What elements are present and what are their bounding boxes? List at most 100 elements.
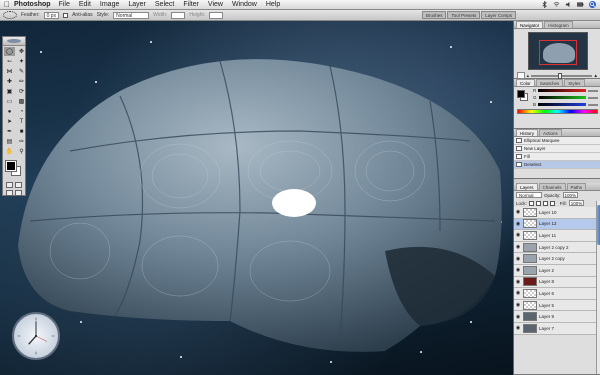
magic-wand-tool-icon[interactable]: ✦ <box>16 57 27 66</box>
eyedropper-tool-icon[interactable]: ✑ <box>16 137 27 146</box>
zoom-in-icon[interactable]: ▲ <box>594 73 598 78</box>
layer-row[interactable]: ◉ Layer 10 <box>514 207 600 219</box>
standard-mode-button[interactable] <box>6 182 13 188</box>
tab-channels[interactable]: Channels <box>538 183 566 190</box>
tab-paths[interactable]: Paths <box>566 183 587 190</box>
eye-icon[interactable]: ◉ <box>515 232 521 238</box>
feather-input[interactable]: 0 px <box>43 11 60 19</box>
volume-icon[interactable] <box>565 1 572 8</box>
lock-position-toggle[interactable] <box>542 200 548 206</box>
layer-row[interactable]: ◉ Layer 2 copy 2 <box>514 241 600 254</box>
layer-row[interactable]: ◉ Layer 5 <box>514 299 600 312</box>
lock-transparency-toggle[interactable] <box>528 200 534 206</box>
menu-filter[interactable]: Filter <box>183 1 199 8</box>
zoom-slider[interactable] <box>531 72 592 79</box>
blue-slider[interactable] <box>538 103 586 106</box>
eye-icon[interactable]: ◉ <box>515 244 521 250</box>
height-input[interactable] <box>209 11 224 19</box>
notes-tool-icon[interactable]: ▤ <box>4 137 15 146</box>
tab-color[interactable]: Color <box>516 79 535 86</box>
width-input[interactable] <box>171 11 186 19</box>
screen-mode-standard-button[interactable] <box>6 190 13 196</box>
eye-icon[interactable]: ◉ <box>515 267 521 273</box>
eye-icon[interactable]: ◉ <box>515 290 521 296</box>
green-value-input[interactable] <box>588 96 598 99</box>
eye-icon[interactable]: ◉ <box>515 279 521 285</box>
menu-window[interactable]: Window <box>232 1 257 8</box>
screen-mode-full-button[interactable] <box>15 190 22 196</box>
menu-image[interactable]: Image <box>100 1 119 8</box>
pen-tool-icon[interactable]: ✒ <box>4 127 15 136</box>
layer-row-selected[interactable]: ◉ Layer 12 <box>514 218 600 231</box>
layer-row[interactable]: ◉ Layer 8 <box>514 276 600 289</box>
apple-menu-icon[interactable]:  <box>0 0 14 9</box>
history-step-current[interactable]: Deselect <box>514 161 600 169</box>
wifi-icon[interactable] <box>553 1 560 8</box>
color-spectrum-bar[interactable] <box>517 109 598 114</box>
crop-tool-icon[interactable]: ⋈ <box>4 67 15 76</box>
history-brush-icon[interactable]: ⟳ <box>16 87 27 96</box>
battery-icon[interactable] <box>577 1 584 8</box>
well-tab-layer-comps[interactable]: Layer Comps <box>481 11 516 19</box>
lock-image-toggle[interactable] <box>535 200 541 206</box>
app-menu[interactable]: Photoshop <box>14 1 51 8</box>
document-canvas[interactable] <box>0 21 513 375</box>
shape-tool-icon[interactable]: ■ <box>16 127 27 136</box>
spotlight-search-icon[interactable] <box>589 1 596 8</box>
tab-styles[interactable]: Styles <box>564 79 585 86</box>
zoom-slider-knob[interactable] <box>558 72 563 79</box>
menu-select[interactable]: Select <box>155 1 174 8</box>
layer-row[interactable]: ◉ Layer 2 <box>514 264 600 277</box>
color-fg-bg-swatches[interactable] <box>517 90 529 102</box>
opacity-input[interactable]: 100% <box>562 192 579 198</box>
gradient-tool-icon[interactable]: ▩ <box>16 97 27 106</box>
lock-all-toggle[interactable] <box>549 200 555 206</box>
bluetooth-icon[interactable] <box>541 1 548 8</box>
well-tab-brushes[interactable]: Brushes <box>421 11 447 19</box>
antialias-checkbox[interactable] <box>63 12 69 18</box>
quick-mask-button[interactable] <box>15 182 22 188</box>
healing-brush-icon[interactable]: ✚ <box>4 77 15 86</box>
eye-icon[interactable]: ◉ <box>515 302 521 308</box>
brush-tool-icon[interactable]: ✏ <box>16 77 27 86</box>
history-step[interactable]: Fill <box>514 153 600 161</box>
layers-scrollbar[interactable] <box>596 201 600 374</box>
menu-edit[interactable]: Edit <box>79 1 91 8</box>
layer-row[interactable]: ◉ Layer 7 <box>514 322 600 335</box>
eye-icon[interactable]: ◉ <box>515 314 521 320</box>
dodge-tool-icon[interactable]: ◔ <box>16 107 27 116</box>
slice-tool-icon[interactable]: ✎ <box>16 67 27 76</box>
fill-input[interactable]: 100% <box>568 200 585 206</box>
zoom-out-icon[interactable]: ▴ <box>527 73 529 79</box>
menu-file[interactable]: File <box>59 1 70 8</box>
lasso-tool-icon[interactable]: ➳ <box>4 57 15 66</box>
tab-navigator[interactable]: Navigator <box>516 21 544 28</box>
clone-stamp-icon[interactable]: ▣ <box>4 87 15 96</box>
eye-icon[interactable]: ◉ <box>515 209 521 215</box>
navigator-thumbnail[interactable] <box>527 32 588 70</box>
foreground-color-swatch[interactable] <box>5 160 17 172</box>
path-select-icon[interactable]: ➤ <box>4 117 15 126</box>
type-tool-icon[interactable]: T <box>16 117 27 126</box>
tab-history[interactable]: History <box>516 129 539 136</box>
hand-tool-icon[interactable]: ✋ <box>4 147 15 156</box>
menu-help[interactable]: Help <box>266 1 280 8</box>
layer-row[interactable]: ◉ Layer 2 copy <box>514 253 600 265</box>
menu-view[interactable]: View <box>208 1 223 8</box>
menu-layer[interactable]: Layer <box>128 1 146 8</box>
tab-swatches[interactable]: Swatches <box>535 79 564 86</box>
eye-icon[interactable]: ◉ <box>515 325 521 331</box>
well-tab-tool-presets[interactable]: Tool Presets <box>447 11 481 19</box>
elliptical-marquee-tool-icon[interactable] <box>3 11 17 19</box>
navigator-view-box[interactable] <box>538 40 577 65</box>
marquee-tool-icon[interactable]: ◯ <box>4 47 15 56</box>
tab-actions[interactable]: Actions <box>539 129 562 136</box>
layer-row[interactable]: ◉ Layer 9 <box>514 311 600 323</box>
history-step[interactable]: New Layer <box>514 145 600 153</box>
layer-row[interactable]: ◉ Layer 6 <box>514 288 600 300</box>
zoom-tool-icon[interactable]: ⚲ <box>16 147 27 156</box>
layer-row[interactable]: ◉ Layer 11 <box>514 230 600 242</box>
eraser-tool-icon[interactable]: ▭ <box>4 97 15 106</box>
move-tool-icon[interactable]: ✥ <box>16 47 27 56</box>
red-value-input[interactable] <box>588 89 598 92</box>
